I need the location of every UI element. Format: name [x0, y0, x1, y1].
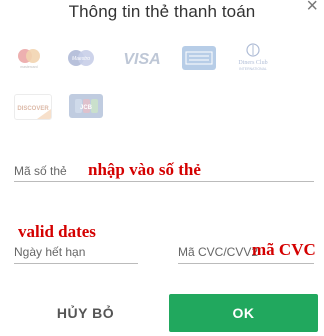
mastercard-label: mastercard	[20, 65, 38, 69]
card-number-label: Mã số thẻ	[14, 164, 67, 178]
amex-icon	[182, 46, 216, 70]
payment-card-dialog: Thông tin thẻ thanh toán × mastercard Ma…	[0, 0, 324, 336]
expiry-label: Ngày hết hạn	[14, 245, 86, 259]
diners-sublabel: INTERNATIONAL	[239, 67, 267, 71]
card-number-input[interactable]	[14, 181, 314, 182]
cvc-label: Mã CVC/CVV2	[178, 245, 259, 259]
visa-icon: VISA	[120, 46, 164, 70]
diners-label: Diners Club	[238, 60, 267, 66]
expiry-annotation: valid dates	[18, 222, 96, 241]
cancel-button[interactable]: HỦY BỎ	[18, 294, 153, 332]
mastercard-icon: mastercard	[12, 46, 46, 70]
diners-club-icon: Diners Club INTERNATIONAL	[232, 42, 274, 72]
cvc-input[interactable]	[178, 263, 314, 264]
close-icon[interactable]: ×	[306, 0, 318, 16]
expiry-input[interactable]	[14, 263, 138, 264]
maestro-icon: Maestro	[64, 46, 98, 70]
ok-button[interactable]: OK	[169, 294, 318, 332]
maestro-label: Maestro	[72, 56, 90, 62]
jcb-label: JCB	[80, 105, 93, 111]
discover-icon: DISCOVER	[14, 94, 52, 120]
dialog-title: Thông tin thẻ thanh toán	[68, 2, 256, 21]
cvc-annotation: mã CVC	[252, 240, 316, 259]
discover-label: DISCOVER	[17, 106, 49, 112]
visa-label: VISA	[123, 51, 160, 68]
jcb-icon: JCB	[69, 94, 103, 118]
card-number-annotation: nhập vào số thẻ	[88, 160, 201, 179]
